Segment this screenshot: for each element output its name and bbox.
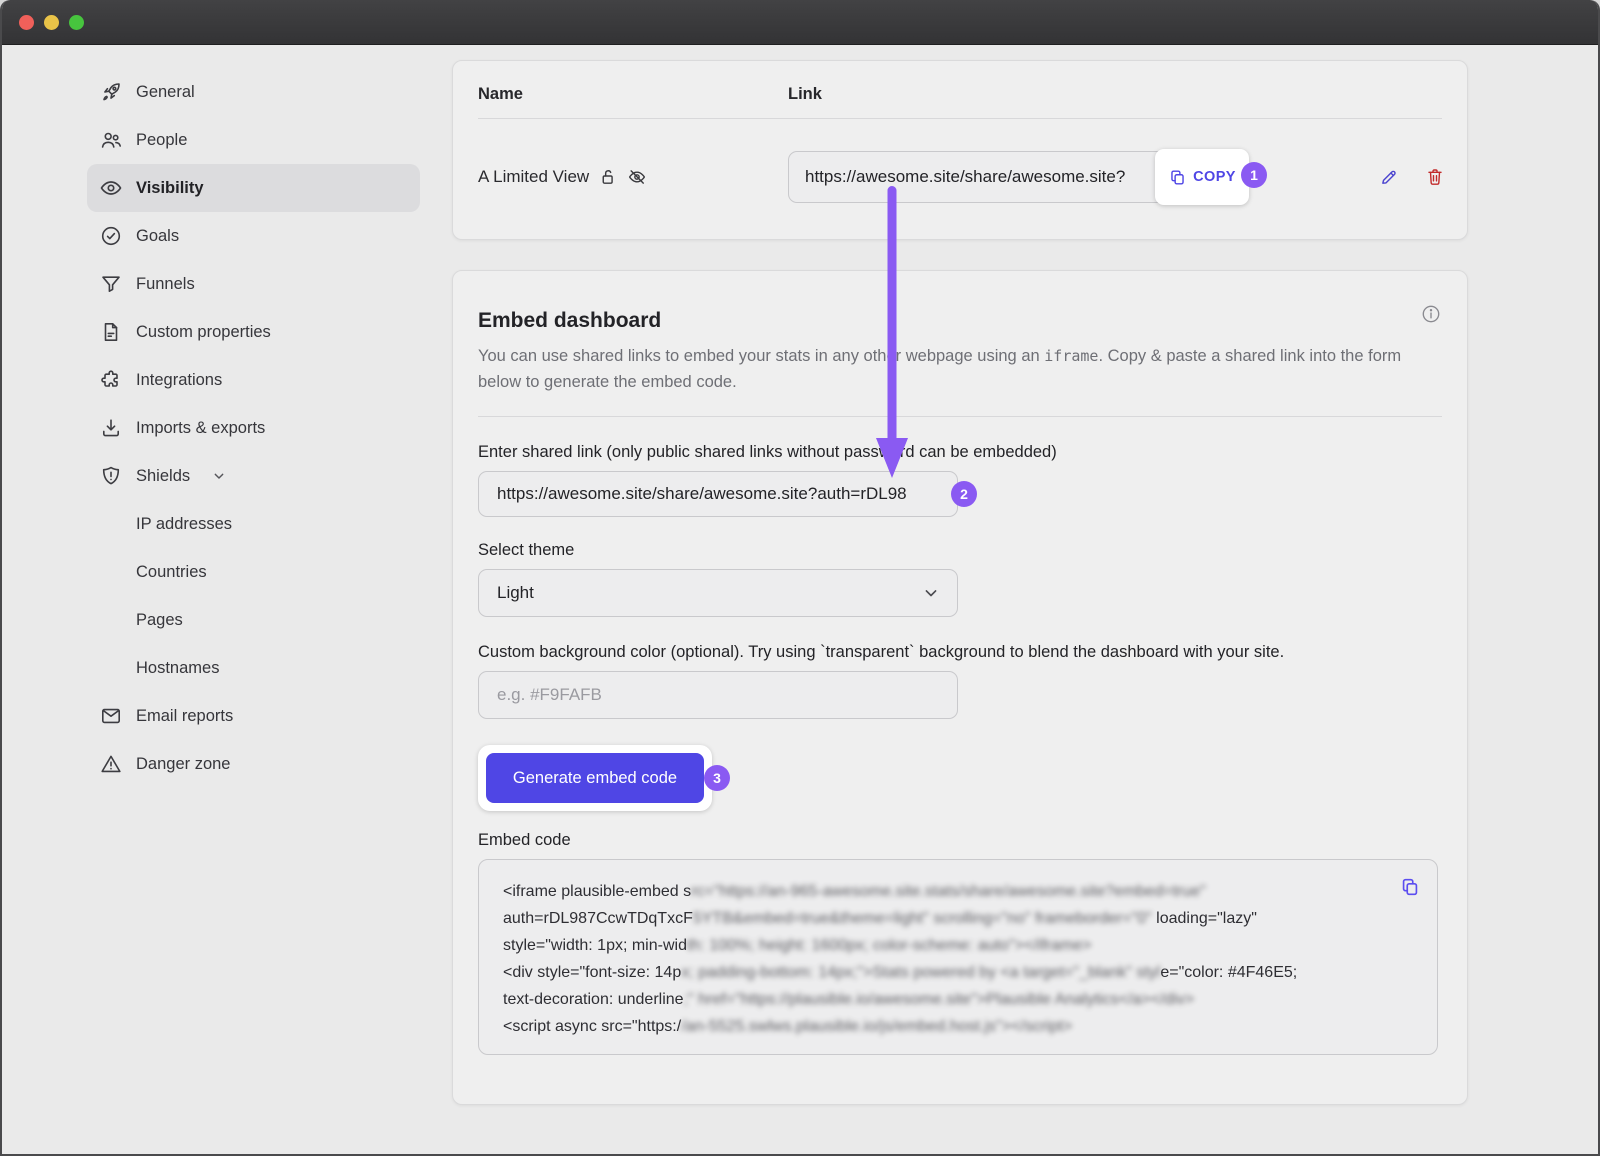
embed-code-label: Embed code [478, 831, 1442, 850]
theme-select[interactable]: Light [478, 569, 958, 617]
close-window-button[interactable] [19, 15, 34, 30]
sidebar-item-label: Countries [136, 563, 207, 582]
sidebar-item-visibility[interactable]: Visibility [87, 164, 420, 212]
copy-icon [1168, 168, 1187, 187]
code-line: text-decoration: underline;" href="https… [503, 986, 1391, 1013]
icon-spacer [99, 656, 123, 680]
column-header-name: Name [478, 85, 788, 104]
shared-link-field-label: Enter shared link (only public shared li… [478, 443, 1442, 462]
sidebar-item-pages[interactable]: Pages [87, 596, 420, 644]
minimize-window-button[interactable] [44, 15, 59, 30]
chevron-down-icon [211, 468, 227, 484]
eye-icon [99, 176, 123, 200]
bg-color-field-label: Custom background color (optional). Try … [478, 643, 1442, 662]
sidebar-item-label: General [136, 83, 195, 102]
window-titlebar [2, 0, 1598, 45]
sidebar-item-email-reports[interactable]: Email reports [87, 692, 420, 740]
sidebar-item-label: Hostnames [136, 659, 219, 678]
section-divider [478, 416, 1442, 417]
embed-description: You can use shared links to embed your s… [478, 343, 1442, 395]
code-line: style="width: 1px; min-width: 100%; heig… [503, 932, 1391, 959]
zoom-window-button[interactable] [69, 15, 84, 30]
shared-links-table-header: Name Link [453, 61, 1467, 118]
chevron-down-icon [921, 583, 941, 603]
users-icon [99, 128, 123, 152]
code-line: <div style="font-size: 14px; padding-bot… [503, 959, 1391, 986]
code-line: <script async src="https://an-5525.swlws… [503, 1013, 1391, 1040]
shared-links-card: Name Link A Limited View [452, 60, 1468, 240]
envelope-icon [99, 704, 123, 728]
sidebar-item-ip-addresses[interactable]: IP addresses [87, 500, 420, 548]
step-badge-2: 2 [951, 481, 977, 507]
funnel-icon [99, 272, 123, 296]
settings-main: Name Link A Limited View [442, 45, 1598, 1154]
shared-link-name: A Limited View [478, 167, 589, 187]
sidebar-item-label: Integrations [136, 371, 222, 390]
sidebar-item-danger-zone[interactable]: Danger zone [87, 740, 420, 788]
generate-callout: Generate embed code 3 [478, 745, 712, 811]
rocket-icon [99, 80, 123, 104]
sidebar-item-custom-properties[interactable]: Custom properties [87, 308, 420, 356]
code-line: auth=rDL987CcwTDqTxcF5YTB&embed=true&the… [503, 905, 1391, 932]
embed-card-title: Embed dashboard [478, 309, 661, 333]
sidebar-item-people[interactable]: People [87, 116, 420, 164]
puzzle-icon [99, 368, 123, 392]
icon-spacer [99, 608, 123, 632]
sidebar-item-label: Pages [136, 611, 183, 630]
sidebar-item-shields[interactable]: Shields [87, 452, 420, 500]
sidebar-item-label: Shields [136, 467, 190, 486]
copy-button-label: COPY [1193, 169, 1236, 185]
unlock-icon [598, 167, 618, 187]
icon-spacer [99, 512, 123, 536]
sidebar-item-label: IP addresses [136, 515, 232, 534]
embed-shared-link-input[interactable] [478, 471, 958, 517]
shared-link-row: A Limited View COPY [453, 119, 1467, 235]
sidebar-item-label: Email reports [136, 707, 233, 726]
embed-dashboard-card: Embed dashboard You can use shared links… [452, 270, 1468, 1105]
sidebar-item-hostnames[interactable]: Hostnames [87, 644, 420, 692]
document-icon [99, 320, 123, 344]
column-header-link: Link [788, 85, 822, 104]
eye-off-icon [627, 167, 647, 187]
copy-button[interactable]: COPY [1155, 149, 1249, 205]
sidebar-item-label: Funnels [136, 275, 195, 294]
copy-code-icon[interactable] [1399, 876, 1421, 898]
sidebar-item-label: People [136, 131, 187, 150]
icon-spacer [99, 560, 123, 584]
warning-icon [99, 752, 123, 776]
generate-embed-code-button[interactable]: Generate embed code [486, 753, 704, 803]
sidebar-item-label: Custom properties [136, 323, 271, 342]
sidebar-item-funnels[interactable]: Funnels [87, 260, 420, 308]
sidebar-item-general[interactable]: General [87, 68, 420, 116]
check-circle-icon [99, 224, 123, 248]
bg-color-input[interactable] [478, 671, 958, 719]
info-icon[interactable] [1420, 303, 1442, 325]
sidebar-item-label: Danger zone [136, 755, 230, 774]
shield-icon [99, 464, 123, 488]
sidebar-item-integrations[interactable]: Integrations [87, 356, 420, 404]
download-icon [99, 416, 123, 440]
sidebar-item-label: Imports & exports [136, 419, 265, 438]
theme-selected-value: Light [497, 583, 534, 603]
code-line: <iframe plausible-embed src="https://an-… [503, 878, 1391, 905]
sidebar-item-label: Goals [136, 227, 179, 246]
sidebar-item-imports-exports[interactable]: Imports & exports [87, 404, 420, 452]
sidebar-item-countries[interactable]: Countries [87, 548, 420, 596]
embed-code-box[interactable]: <iframe plausible-embed src="https://an-… [478, 859, 1438, 1055]
iframe-code-word: iframe [1044, 347, 1098, 365]
sidebar-item-goals[interactable]: Goals [87, 212, 420, 260]
sidebar-item-label: Visibility [136, 179, 204, 198]
step-badge-1: 1 [1241, 162, 1267, 188]
step-badge-3: 3 [704, 765, 730, 791]
delete-icon[interactable] [1425, 167, 1445, 187]
settings-window: General People Visibility Goals [0, 0, 1600, 1156]
edit-icon[interactable] [1379, 167, 1399, 187]
settings-sidebar: General People Visibility Goals [2, 45, 442, 1154]
theme-field-label: Select theme [478, 541, 1442, 560]
